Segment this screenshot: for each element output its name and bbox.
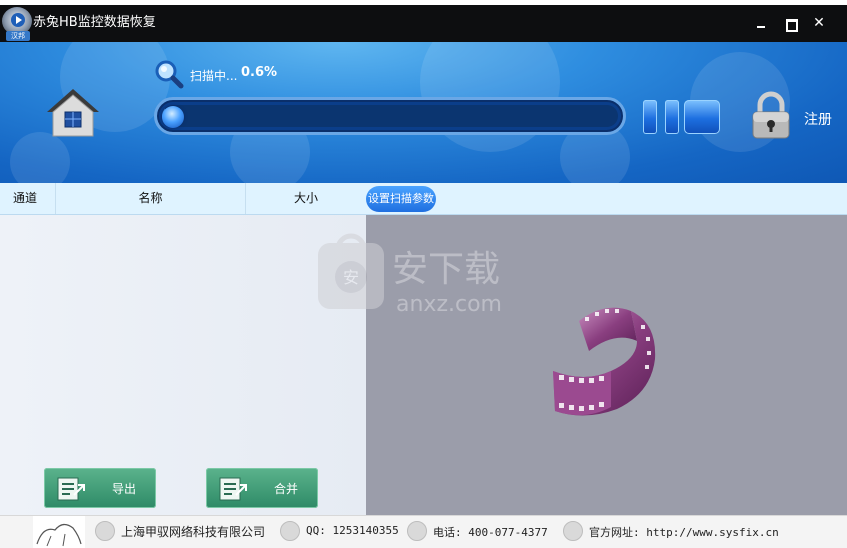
column-name[interactable]: 名称 <box>56 183 246 214</box>
magnifier-icon <box>155 60 184 89</box>
home-icon[interactable] <box>45 86 101 138</box>
footer-bar: 上海甲驭网络科技有限公司 QQ: 1253140355 电话: 400-077-… <box>0 515 847 548</box>
column-channel[interactable]: 通道 <box>0 183 56 214</box>
progress-knob <box>162 106 184 128</box>
scan-status-label: 扫描中... <box>190 69 238 83</box>
scan-progress-bar <box>154 97 626 135</box>
pause-button[interactable] <box>643 100 679 134</box>
scan-settings-button[interactable]: 设置扫描参数 <box>366 186 436 212</box>
maximize-button[interactable] <box>782 15 798 32</box>
company-name: 上海甲驭网络科技有限公司 <box>121 525 266 539</box>
column-size[interactable]: 大小 <box>246 183 366 214</box>
qq-number: QQ: 1253140355 <box>306 524 399 537</box>
globe-icon <box>563 521 583 541</box>
window-title: 赤兔HB监控数据恢复 <box>33 15 156 30</box>
building-icon <box>95 521 115 541</box>
register-link[interactable]: 注册 <box>804 109 832 129</box>
app-logo-tag: 汉邦 <box>6 31 30 41</box>
app-window: 汉邦 赤兔HB监控数据恢复 ✕ 扫描中... 0.6% 注册 通道 名称 大小 … <box>0 5 847 548</box>
title-bar: 汉邦 赤兔HB监控数据恢复 ✕ <box>0 5 847 42</box>
merge-button[interactable]: 合并 <box>206 468 318 508</box>
lock-icon[interactable] <box>750 91 792 139</box>
merge-label: 合并 <box>273 482 298 496</box>
scan-percent: 0.6% <box>241 65 278 80</box>
header-panel: 扫描中... 0.6% 注册 <box>0 42 847 183</box>
svg-text:安: 安 <box>343 268 359 287</box>
film-reel-icon <box>553 307 656 416</box>
app-logo-icon: 汉邦 <box>2 7 32 41</box>
phone-icon <box>407 521 427 541</box>
minimize-button[interactable] <box>753 15 769 31</box>
file-list-header: 通道 名称 大小 设置扫描参数 <box>0 183 847 215</box>
export-label: 导出 <box>111 482 136 496</box>
watermark-text: 安下载 <box>392 249 500 290</box>
website-link[interactable]: 官方网址: http://www.sysfix.cn <box>589 524 779 540</box>
watermark-logo: 安 安下载 anxz.com <box>318 233 502 317</box>
close-button[interactable]: ✕ <box>811 15 827 31</box>
phone-number: 电话: 400-077-4377 <box>433 526 548 539</box>
watermark-sub: anxz.com <box>396 292 502 317</box>
export-button[interactable]: 导出 <box>44 468 156 508</box>
company-logo <box>33 516 85 548</box>
qq-icon <box>280 521 300 541</box>
stop-button[interactable] <box>684 100 720 134</box>
